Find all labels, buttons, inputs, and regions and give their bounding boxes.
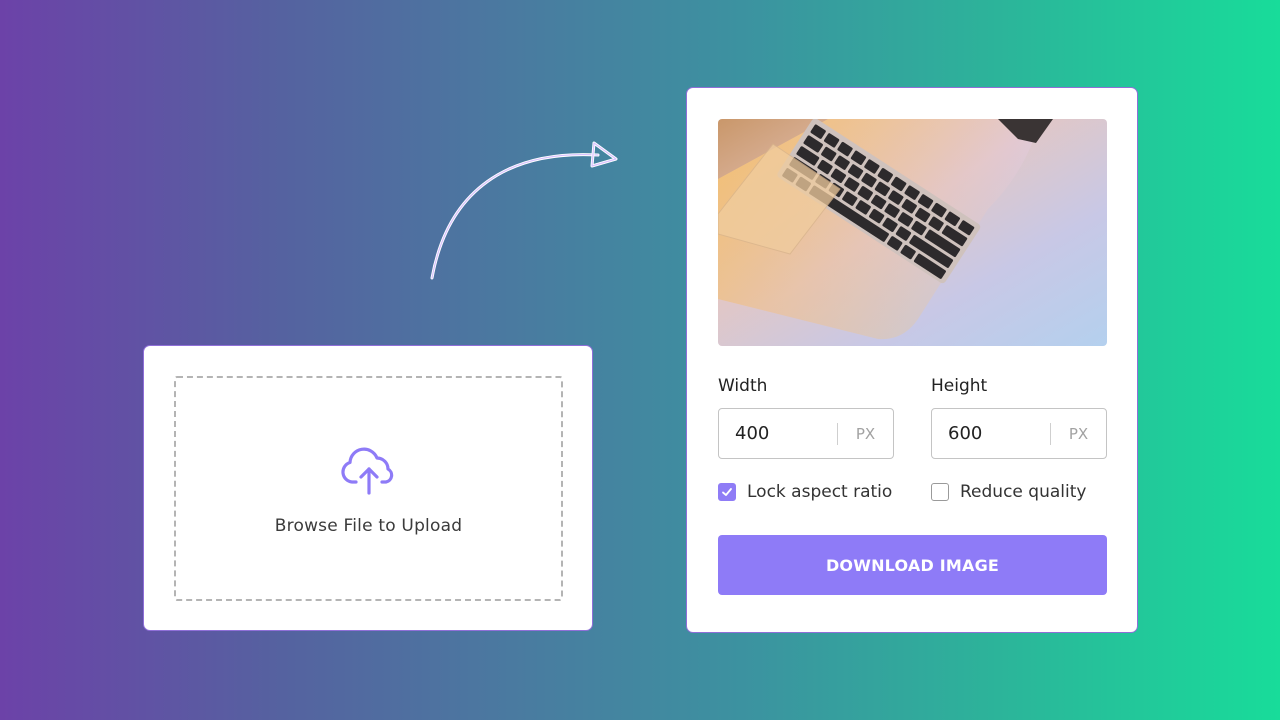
width-field: PX <box>718 408 894 459</box>
file-drop-zone[interactable]: Browse File to Upload <box>174 376 563 601</box>
lock-aspect-ratio-label: Lock aspect ratio <box>747 482 893 502</box>
reduce-quality-option[interactable]: Reduce quality <box>931 482 1086 502</box>
reduce-quality-checkbox[interactable] <box>931 483 949 501</box>
upload-card: Browse File to Upload <box>143 345 593 631</box>
lock-aspect-ratio-option[interactable]: Lock aspect ratio <box>718 482 892 502</box>
resize-card: Width Height PX PX Lock aspect ratio Red… <box>686 87 1138 633</box>
height-field: PX <box>931 408 1107 459</box>
reduce-quality-label: Reduce quality <box>960 482 1087 502</box>
height-label: Height <box>931 376 988 396</box>
laptop-image <box>718 119 1107 346</box>
height-input[interactable] <box>932 409 1050 458</box>
width-unit: PX <box>855 424 876 443</box>
width-input[interactable] <box>719 409 837 458</box>
upload-label: Browse File to Upload <box>274 515 463 536</box>
height-unit: PX <box>1068 424 1089 443</box>
cloud-upload-icon <box>340 447 393 495</box>
download-image-button[interactable]: DOWNLOAD IMAGE <box>718 535 1107 595</box>
width-label: Width <box>718 376 768 396</box>
curved-arrow-icon <box>430 141 618 280</box>
lock-aspect-ratio-checkbox[interactable] <box>718 483 736 501</box>
checkmark-icon <box>722 488 732 496</box>
image-preview <box>718 119 1107 346</box>
